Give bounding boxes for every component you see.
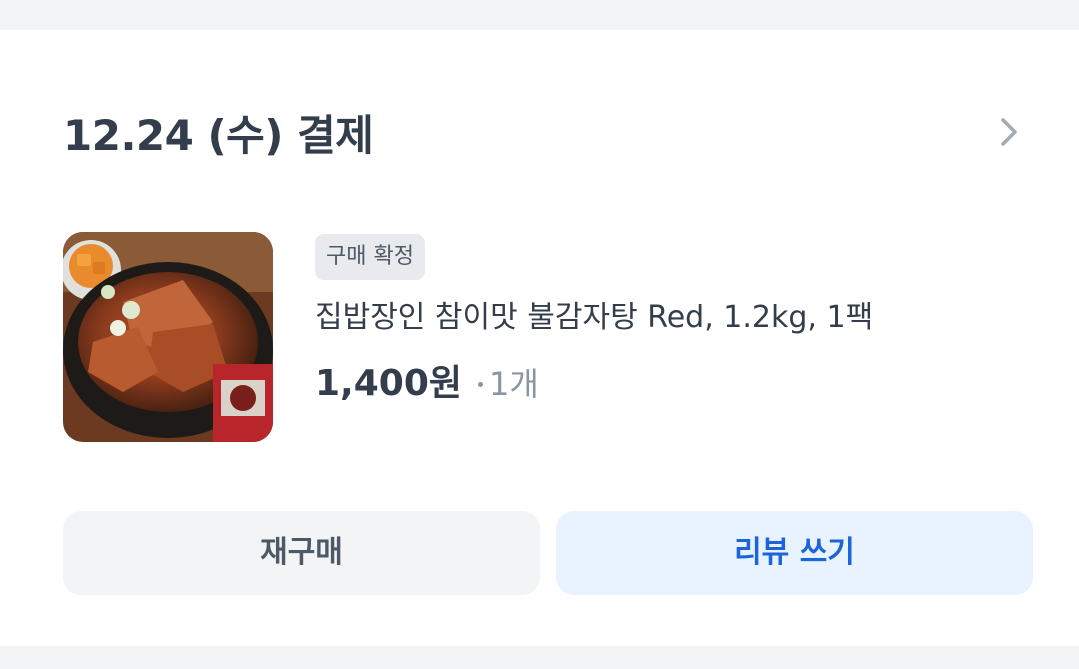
product-thumbnail[interactable] xyxy=(63,232,273,442)
item-quantity: 1개 xyxy=(489,365,539,403)
rebuy-button[interactable]: 재구매 xyxy=(63,511,540,595)
chevron-right-icon[interactable] xyxy=(989,112,1029,152)
order-item[interactable]: 구매 확정 집밥장인 참이맛 불감자탕 Red, 1.2kg, 1팩 1,400… xyxy=(63,232,1023,444)
item-price: 1,400원 xyxy=(315,363,462,404)
price-row: 1,400원 1개 xyxy=(315,356,539,412)
status-badge: 구매 확정 xyxy=(315,234,425,280)
order-date-title: 12.24 (수) 결제 xyxy=(63,111,374,160)
write-review-button[interactable]: 리뷰 쓰기 xyxy=(556,511,1033,595)
separator-dot-icon xyxy=(478,381,483,387)
order-header[interactable]: 12.24 (수) 결제 xyxy=(63,108,1029,164)
product-name[interactable]: 집밥장인 참이맛 불감자탕 Red, 1.2kg, 1팩 xyxy=(315,296,873,340)
order-card: 12.24 (수) 결제 구매 확정 집밥장인 참이맛 불감자탕 Red, 1.… xyxy=(0,30,1079,646)
